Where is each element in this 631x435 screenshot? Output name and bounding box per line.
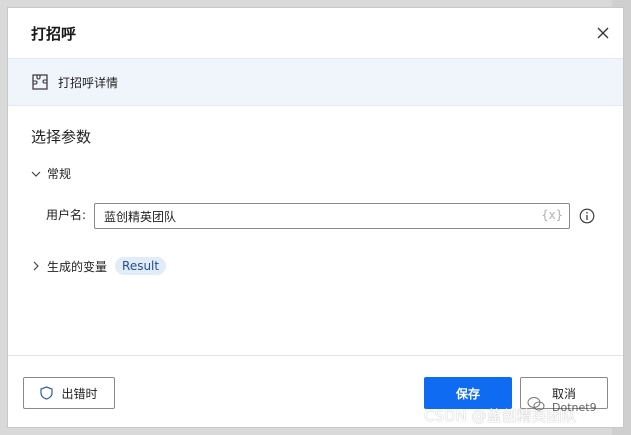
details-banner: 打招呼详情 bbox=[8, 58, 623, 106]
details-label: 打招呼详情 bbox=[58, 76, 119, 90]
username-input[interactable]: 蓝创精英团队 {x} bbox=[94, 203, 570, 229]
dialog-title: 打招呼 bbox=[31, 25, 77, 43]
on-error-label: 出错时 bbox=[61, 386, 98, 401]
username-label: 用户名: bbox=[46, 208, 87, 222]
section-title: 选择参数 bbox=[31, 128, 92, 146]
result-variable-badge[interactable]: Result bbox=[115, 257, 167, 275]
chevron-down-icon bbox=[31, 171, 41, 177]
on-error-button[interactable]: 出错时 bbox=[23, 377, 115, 409]
close-icon[interactable] bbox=[595, 25, 611, 41]
plugin-icon bbox=[32, 74, 48, 90]
variable-icon[interactable]: {x} bbox=[541, 208, 563, 222]
generated-variables-label: 生成的变量 bbox=[47, 259, 108, 274]
footer-divider bbox=[8, 355, 623, 356]
wechat-watermark: Dotnet9 bbox=[552, 401, 597, 414]
shield-icon bbox=[40, 386, 54, 400]
general-group-toggle[interactable]: 常规 bbox=[30, 165, 71, 182]
info-icon[interactable] bbox=[579, 208, 595, 224]
chevron-right-icon bbox=[33, 261, 39, 271]
group-label: 常规 bbox=[47, 167, 72, 181]
generated-variables-toggle[interactable]: 生成的变量 Result bbox=[30, 257, 167, 275]
wechat-icon bbox=[527, 397, 545, 411]
username-value: 蓝创精英团队 bbox=[104, 210, 177, 224]
action-dialog: 打招呼 打招呼详情 选择参数 常规 用户名: 蓝创精英团队 {x} 生成的变量 … bbox=[7, 7, 624, 428]
